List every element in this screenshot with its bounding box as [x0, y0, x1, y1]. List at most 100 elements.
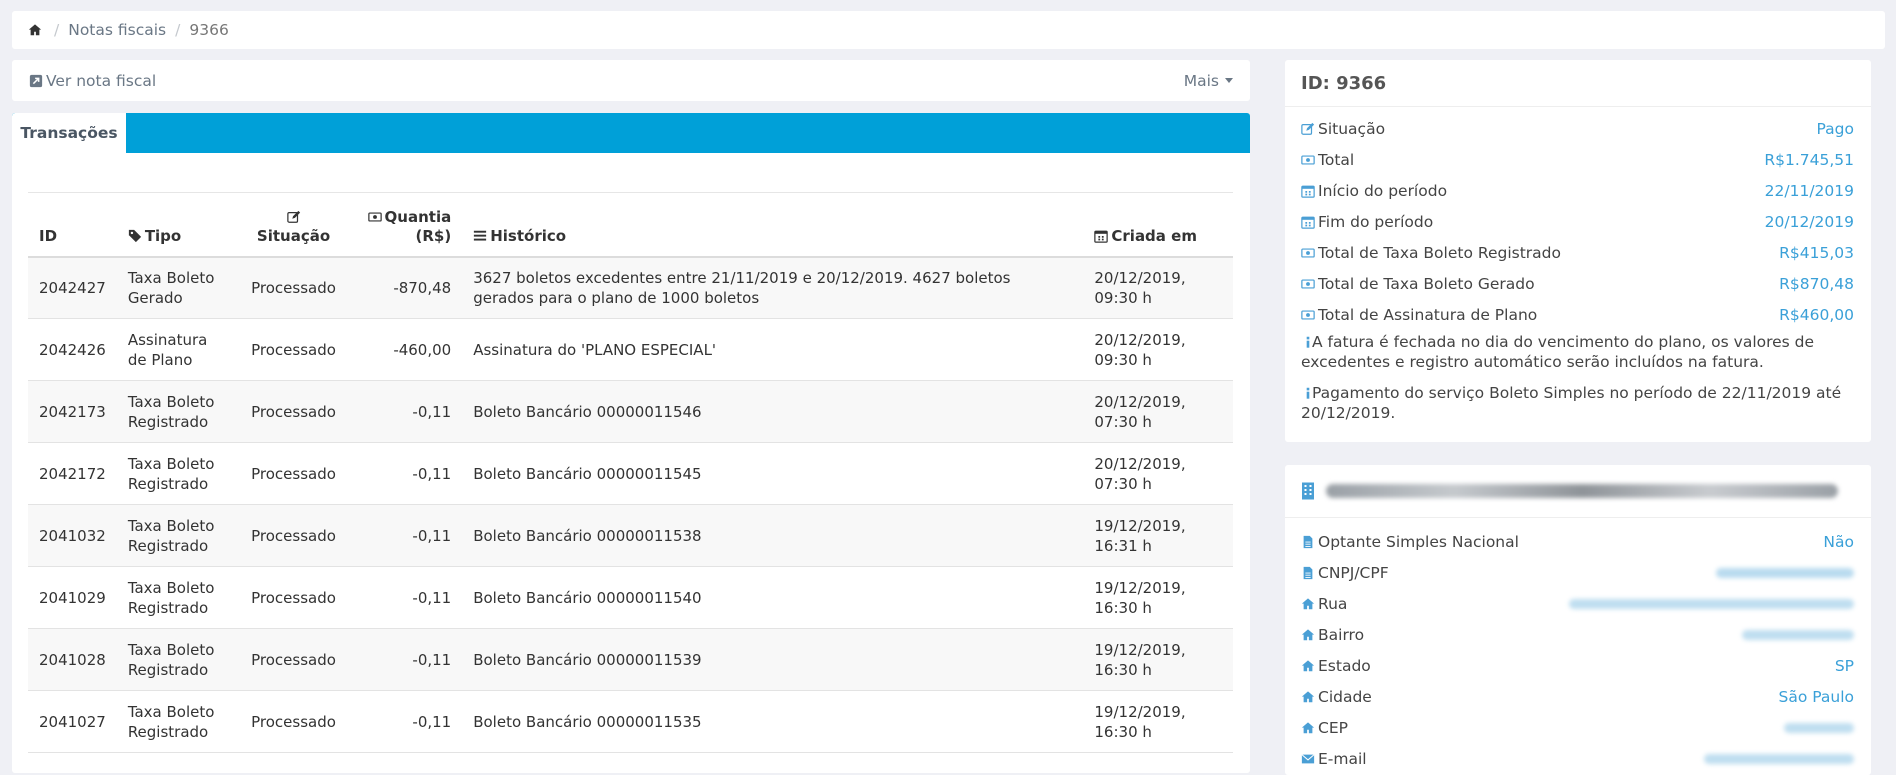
field-label: Início do período	[1318, 181, 1448, 200]
field-label: CEP	[1318, 718, 1348, 737]
company-field-estado: Estado SP	[1285, 650, 1871, 681]
field-value: R$1.745,51	[1764, 150, 1854, 169]
cell-situacao: Processado	[251, 712, 336, 731]
cell-id: 2042427	[39, 278, 106, 297]
note-text: Pagamento do serviço Boleto Simples no p…	[1301, 384, 1842, 422]
table-row[interactable]: 2042426 Assinatura de Plano Processado -460…	[28, 319, 1233, 381]
cell-quantia: -870,48	[393, 278, 452, 297]
field-value: Não	[1823, 532, 1854, 551]
company-field-rua: Rua	[1285, 588, 1871, 619]
field-value: Pago	[1816, 119, 1854, 138]
home-icon	[1301, 597, 1315, 611]
table-row[interactable]: 2041032 Taxa Boleto Registrado Processado -…	[28, 504, 1233, 567]
cell-situacao: Processado	[251, 464, 336, 483]
summary-title: ID: 9366	[1285, 60, 1871, 107]
home-icon	[1301, 721, 1315, 735]
building-icon	[1301, 482, 1315, 500]
summary-note-fatura: A fatura é fechada no dia do vencimento …	[1285, 332, 1871, 372]
table-row[interactable]: 2041028 Taxa Boleto Registrado Processado -…	[28, 628, 1233, 691]
home-icon	[1301, 659, 1315, 673]
cep-value-redacted	[1784, 722, 1854, 733]
field-label: Total	[1318, 150, 1355, 169]
header-tipo: Tipo	[117, 193, 237, 257]
company-panel: Optante Simples Nacional Não CNPJ/CPF Ru…	[1285, 465, 1871, 775]
table-row[interactable]: 2041029 Taxa Boleto Registrado Processado -…	[28, 567, 1233, 629]
file-icon	[1301, 566, 1315, 580]
money-icon	[1301, 246, 1315, 260]
email-value-redacted	[1704, 753, 1854, 764]
home-icon	[1301, 690, 1315, 704]
header-tipo-label: Tipo	[144, 226, 182, 245]
table-row[interactable]: 2041027 Taxa Boleto Registrado Processado -…	[28, 691, 1233, 753]
breadcrumb-current: 9366	[189, 21, 229, 39]
cell-historico: Boleto Bancário 00000011546	[473, 402, 702, 421]
transactions-panel: Transações ID Tipo Situação Quantia (R$)	[12, 113, 1250, 773]
table-row[interactable]: 2042427 Taxa Boleto Gerado Processado -870,…	[28, 256, 1233, 319]
table-row[interactable]: 2042172 Taxa Boleto Registrado Processado -…	[28, 443, 1233, 505]
field-value: R$415,03	[1779, 243, 1854, 262]
cell-situacao: Processado	[251, 650, 336, 669]
header-quantia-line1: Quantia	[384, 207, 452, 226]
field-label: Situação	[1318, 119, 1386, 138]
calendar-icon	[1094, 229, 1109, 243]
summary-field-fim: Fim do período 20/12/2019	[1285, 206, 1871, 237]
edit-icon	[286, 210, 301, 224]
cell-id: 2041029	[39, 588, 106, 607]
cell-quantia: -0,11	[412, 712, 452, 731]
cell-criada: 20/12/2019, 09:30 h	[1094, 330, 1186, 369]
tab-transacoes[interactable]: Transações	[12, 113, 126, 153]
header-id: ID	[39, 226, 58, 245]
home-icon[interactable]	[28, 23, 42, 37]
company-field-email: E-mail	[1285, 743, 1871, 774]
field-label: CNPJ/CPF	[1318, 563, 1389, 582]
tabs-bar: Transações	[12, 113, 1250, 153]
breadcrumb-notas-fiscais[interactable]: Notas fiscais	[68, 21, 166, 39]
field-label: Rua	[1318, 594, 1348, 613]
header-historico-label: Histórico	[490, 226, 567, 245]
cell-tipo: Taxa Boleto Gerado	[127, 268, 215, 307]
summary-field-inicio: Início do período 22/11/2019	[1285, 175, 1871, 206]
actions-bar: Ver nota fiscal Mais	[12, 60, 1250, 101]
money-icon	[367, 210, 382, 224]
cell-criada: 20/12/2019, 09:30 h	[1094, 268, 1186, 307]
cell-historico: Boleto Bancário 00000011538	[473, 526, 702, 545]
money-icon	[1301, 277, 1315, 291]
cell-criada: 19/12/2019, 16:31 h	[1094, 516, 1186, 555]
cell-criada: 19/12/2019, 16:30 h	[1094, 578, 1186, 617]
cell-tipo: Assinatura de Plano	[127, 330, 208, 369]
company-field-cep: CEP	[1285, 712, 1871, 743]
cnpj-value-redacted	[1716, 567, 1854, 578]
view-invoice-link[interactable]: Ver nota fiscal	[29, 72, 156, 90]
more-dropdown[interactable]: Mais	[1184, 72, 1233, 90]
tag-icon	[128, 229, 142, 243]
file-icon	[1301, 535, 1315, 549]
cell-historico: Boleto Bancário 00000011545	[473, 464, 702, 483]
field-label: Cidade	[1318, 687, 1372, 706]
cell-tipo: Taxa Boleto Registrado	[127, 640, 215, 679]
cell-historico: 3627 boletos excedentes entre 21/11/2019…	[473, 268, 1011, 307]
field-label: Bairro	[1318, 625, 1365, 644]
header-criada: Criada em	[1083, 193, 1233, 257]
company-field-simples: Optante Simples Nacional Não	[1285, 526, 1871, 557]
company-header	[1285, 465, 1871, 518]
caret-down-icon	[1225, 78, 1233, 83]
field-label: Total de Taxa Boleto Gerado	[1318, 274, 1535, 293]
view-invoice-label: Ver nota fiscal	[46, 71, 157, 90]
table-row[interactable]: 2042173 Taxa Boleto Registrado Processado -…	[28, 380, 1233, 443]
cell-criada: 19/12/2019, 16:30 h	[1094, 640, 1186, 679]
field-value: 20/12/2019	[1764, 212, 1854, 231]
header-historico: Histórico	[462, 193, 1083, 257]
breadcrumb-separator: /	[175, 21, 181, 39]
edit-icon	[1301, 122, 1315, 136]
field-label: E-mail	[1318, 749, 1367, 768]
cell-criada: 20/12/2019, 07:30 h	[1094, 454, 1186, 493]
calendar-icon	[1301, 215, 1315, 229]
field-value: R$460,00	[1779, 305, 1854, 324]
cell-id: 2041028	[39, 650, 106, 669]
company-name-redacted	[1326, 484, 1838, 498]
cell-id: 2041027	[39, 712, 106, 731]
cell-situacao: Processado	[251, 526, 336, 545]
money-icon	[1301, 308, 1315, 322]
field-label: Estado	[1318, 656, 1371, 675]
header-criada-label: Criada em	[1111, 226, 1197, 245]
